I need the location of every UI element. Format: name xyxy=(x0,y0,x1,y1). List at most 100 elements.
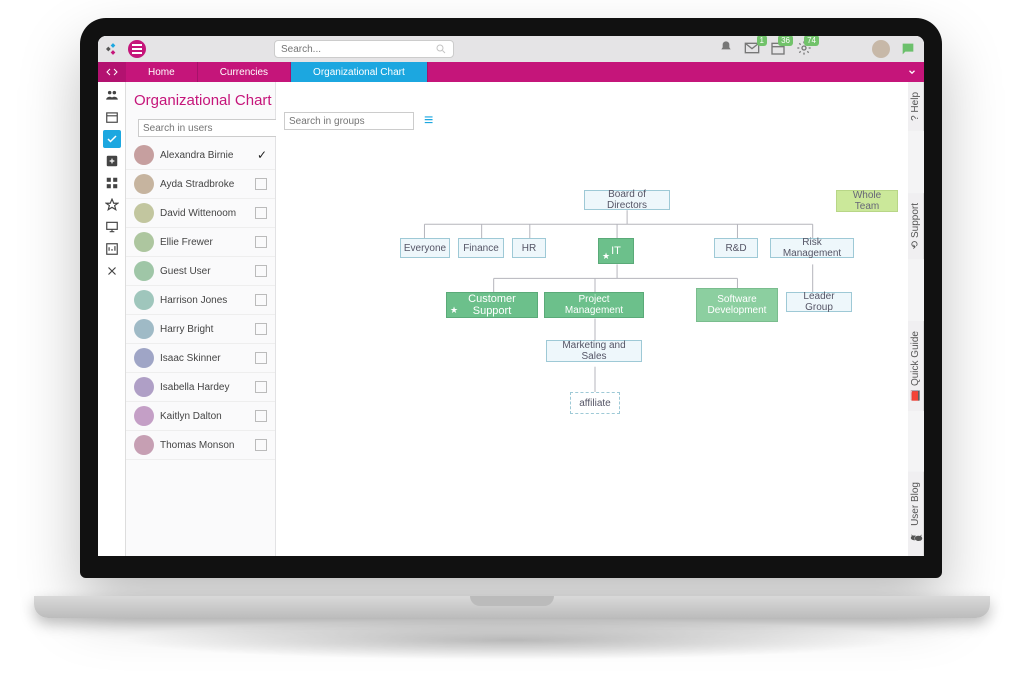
node-affiliate[interactable]: affiliate xyxy=(570,392,620,414)
checkbox[interactable] xyxy=(255,439,267,451)
node-hr[interactable]: HR xyxy=(512,238,546,258)
list-view-icon[interactable]: ≡ xyxy=(424,113,433,129)
app-logo-icon xyxy=(106,42,120,56)
node-software-development[interactable]: Software Development xyxy=(696,288,778,322)
user-name: Kaitlyn Dalton xyxy=(160,411,249,422)
tab-org-chart[interactable]: Organizational Chart xyxy=(291,62,428,82)
nav-add-icon[interactable] xyxy=(103,152,121,170)
user-row[interactable]: Kaitlyn Dalton xyxy=(126,402,275,431)
user-name: Harry Bright xyxy=(160,324,249,335)
global-search-input[interactable] xyxy=(281,44,435,55)
avatar xyxy=(134,406,154,426)
node-cs-label: Customer Support xyxy=(451,293,533,317)
tab-home[interactable]: Home xyxy=(126,62,198,82)
user-row[interactable]: Thomas Monson xyxy=(126,431,275,460)
avatar xyxy=(134,319,154,339)
avatar xyxy=(134,435,154,455)
current-user-avatar[interactable] xyxy=(872,40,890,58)
node-board-of-directors[interactable]: Board of Directors xyxy=(584,190,670,210)
settings-button[interactable]: 74 xyxy=(796,40,812,59)
nav-tools-icon[interactable] xyxy=(103,262,121,280)
tab-currencies[interactable]: Currencies xyxy=(198,62,291,82)
bell-icon xyxy=(718,40,734,56)
avatar xyxy=(134,145,154,165)
checkbox[interactable] xyxy=(255,207,267,219)
org-chart: Board of Directors Whole Team Everyone F… xyxy=(276,142,908,556)
avatar xyxy=(134,348,154,368)
sidenav xyxy=(98,82,126,556)
topbar: 1 36 74 xyxy=(98,36,924,62)
checkbox[interactable] xyxy=(255,410,267,422)
nav-people-icon[interactable] xyxy=(103,86,121,104)
avatar xyxy=(134,290,154,310)
notifications-button[interactable] xyxy=(718,40,734,59)
nav-star-icon[interactable] xyxy=(103,196,121,214)
user-row[interactable]: Harry Bright xyxy=(126,315,275,344)
nav-present-icon[interactable] xyxy=(103,218,121,236)
tab-expand-button[interactable] xyxy=(900,62,924,82)
user-row[interactable]: Guest User xyxy=(126,257,275,286)
checkbox[interactable] xyxy=(255,236,267,248)
calendar-badge: 36 xyxy=(778,35,793,46)
user-row[interactable]: Ellie Frewer xyxy=(126,228,275,257)
nav-chart-icon[interactable] xyxy=(103,240,121,258)
star-icon: ★ xyxy=(602,251,610,262)
help-tab-support[interactable]: ⟲ Support xyxy=(908,193,924,259)
user-row[interactable]: David Wittenoom xyxy=(126,199,275,228)
page-title: Organizational Chart xyxy=(126,92,275,109)
mail-badge: 1 xyxy=(757,35,767,46)
user-name: Isabella Hardey xyxy=(160,382,249,393)
search-icon xyxy=(435,43,447,55)
node-leader-group[interactable]: Leader Group xyxy=(786,292,852,312)
avatar xyxy=(134,174,154,194)
settings-badge: 74 xyxy=(804,35,819,46)
node-customer-support[interactable]: Customer Support ★ xyxy=(446,292,538,318)
user-row[interactable]: Isabella Hardey xyxy=(126,373,275,402)
node-rd[interactable]: R&D xyxy=(714,238,758,258)
user-row[interactable]: Ayda Stradbroke xyxy=(126,170,275,199)
code-tab-icon[interactable] xyxy=(98,62,126,82)
help-tab-guide[interactable]: 📕 Quick Guide xyxy=(908,321,924,411)
helpbar: ? Help ⟲ Support 📕 Quick Guide 🗪 User Bl… xyxy=(908,82,924,556)
user-name: David Wittenoom xyxy=(160,208,249,219)
checkbox[interactable] xyxy=(255,178,267,190)
user-row[interactable]: Alexandra Birnie✓ xyxy=(126,141,275,170)
nav-grid-icon[interactable] xyxy=(103,174,121,192)
help-tab-help[interactable]: ? Help xyxy=(908,82,924,131)
node-it[interactable]: IT ★ xyxy=(598,238,634,264)
node-project-management[interactable]: Project Management xyxy=(544,292,644,318)
checkbox[interactable] xyxy=(255,323,267,335)
avatar xyxy=(134,203,154,223)
node-everyone[interactable]: Everyone xyxy=(400,238,450,258)
checkbox[interactable] xyxy=(255,265,267,277)
node-finance[interactable]: Finance xyxy=(458,238,504,258)
checkbox[interactable] xyxy=(255,352,267,364)
tabbar: Home Currencies Organizational Chart xyxy=(98,62,924,82)
user-name: Thomas Monson xyxy=(160,440,249,451)
user-name: Guest User xyxy=(160,266,249,277)
checkbox[interactable] xyxy=(255,294,267,306)
user-name: Ellie Frewer xyxy=(160,237,249,248)
calendar-button[interactable]: 36 xyxy=(770,40,786,59)
checkbox[interactable] xyxy=(255,381,267,393)
avatar xyxy=(134,377,154,397)
user-list: Alexandra Birnie✓Ayda Stradbroke David Wi… xyxy=(126,141,275,556)
node-risk[interactable]: Risk Management xyxy=(770,238,854,258)
node-marketing-sales[interactable]: Marketing and Sales xyxy=(546,340,642,362)
help-tab-blog[interactable]: 🗪 User Blog xyxy=(908,472,924,556)
nav-tasks-icon[interactable] xyxy=(103,130,121,148)
user-row[interactable]: Harrison Jones xyxy=(126,286,275,315)
panel-users: Organizational Chart Alexandra Birnie✓Ay… xyxy=(126,82,276,556)
mail-button[interactable]: 1 xyxy=(744,40,760,59)
user-row[interactable]: Isaac Skinner xyxy=(126,344,275,373)
user-search-input[interactable] xyxy=(138,119,280,137)
group-search-input[interactable] xyxy=(284,112,414,130)
global-search[interactable] xyxy=(274,40,454,58)
avatar xyxy=(134,232,154,252)
node-whole-team[interactable]: Whole Team xyxy=(836,190,898,212)
nav-calendar-icon[interactable] xyxy=(103,108,121,126)
chat-icon[interactable] xyxy=(900,41,916,57)
avatar xyxy=(134,261,154,281)
main-menu-button[interactable] xyxy=(128,40,146,58)
node-it-label: IT xyxy=(611,245,621,257)
